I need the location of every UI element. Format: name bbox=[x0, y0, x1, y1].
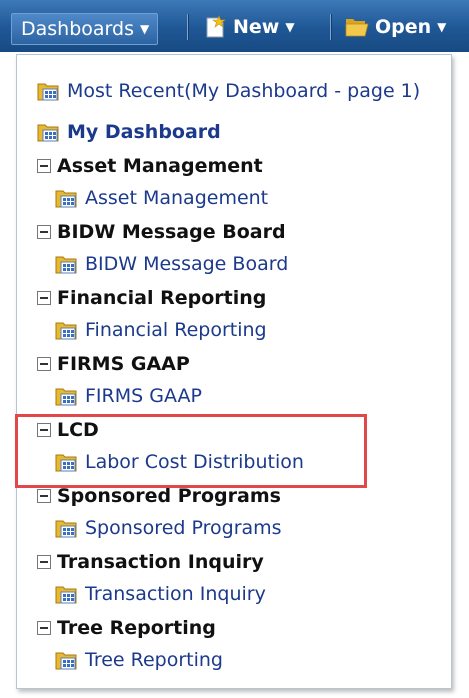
dashboard-icon bbox=[55, 385, 77, 407]
dashboard-icon bbox=[55, 253, 77, 275]
new-menu-button[interactable]: New ▼ bbox=[203, 10, 295, 44]
chevron-down-icon: ▼ bbox=[437, 20, 447, 34]
folder-open-icon bbox=[345, 19, 369, 37]
menu-item-label: Tree Reporting bbox=[85, 649, 223, 671]
menu-item-label: Financial Reporting bbox=[85, 319, 267, 341]
group-header-bidw-message-board[interactable]: BIDW Message Board bbox=[37, 218, 286, 246]
chevron-down-icon: ▼ bbox=[139, 22, 150, 36]
dashboard-icon bbox=[37, 121, 59, 143]
group-header-tree-reporting[interactable]: Tree Reporting bbox=[37, 614, 216, 642]
menu-item-bidw-message-board[interactable]: BIDW Message Board bbox=[55, 250, 288, 278]
toolbar: Dashboards ▼ New ▼ Open ▼ bbox=[0, 0, 469, 52]
toolbar-separator bbox=[330, 14, 332, 40]
collapse-toggle-icon[interactable] bbox=[37, 489, 51, 503]
dashboard-icon bbox=[37, 80, 59, 102]
new-document-icon bbox=[206, 15, 226, 38]
dashboard-icon bbox=[55, 649, 77, 671]
dashboards-menu-button[interactable]: Dashboards ▼ bbox=[11, 13, 159, 45]
lcd-highlight-box bbox=[15, 414, 367, 488]
menu-item-label: Asset Management bbox=[85, 187, 269, 209]
open-label: Open bbox=[375, 16, 432, 38]
group-label: FIRMS GAAP bbox=[57, 353, 190, 375]
collapse-toggle-icon[interactable] bbox=[37, 555, 51, 569]
group-header-transaction-inquiry[interactable]: Transaction Inquiry bbox=[37, 548, 264, 576]
collapse-toggle-icon[interactable] bbox=[37, 159, 51, 173]
menu-item-tree-reporting[interactable]: Tree Reporting bbox=[55, 646, 223, 674]
menu-item-label: FIRMS GAAP bbox=[85, 385, 202, 407]
menu-item-label: My Dashboard bbox=[67, 121, 221, 143]
open-menu-button[interactable]: Open ▼ bbox=[345, 10, 446, 44]
group-header-asset-management[interactable]: Asset Management bbox=[37, 152, 263, 180]
dashboard-icon bbox=[55, 517, 77, 539]
menu-item-label: BIDW Message Board bbox=[85, 253, 289, 275]
group-header-firms-gaap[interactable]: FIRMS GAAP bbox=[37, 350, 190, 378]
menu-item-label: Transaction Inquiry bbox=[85, 583, 266, 605]
menu-item-my-dashboard[interactable]: My Dashboard bbox=[37, 118, 221, 146]
group-label: BIDW Message Board bbox=[57, 221, 286, 243]
group-label: Financial Reporting bbox=[57, 287, 267, 309]
collapse-toggle-icon[interactable] bbox=[37, 621, 51, 635]
collapse-toggle-icon[interactable] bbox=[37, 357, 51, 371]
menu-item-label: Most Recent(My Dashboard - page 1) bbox=[67, 80, 421, 102]
dashboard-icon bbox=[55, 583, 77, 605]
group-label: Sponsored Programs bbox=[57, 485, 281, 507]
dashboard-icon bbox=[55, 187, 77, 209]
dashboards-dropdown-menu: Most Recent(My Dashboard - page 1) My Da… bbox=[16, 54, 452, 689]
group-label: Asset Management bbox=[57, 155, 263, 177]
menu-item-label: Sponsored Programs bbox=[85, 517, 282, 539]
dashboard-icon bbox=[55, 319, 77, 341]
menu-item-asset-management[interactable]: Asset Management bbox=[55, 184, 268, 212]
toolbar-separator bbox=[187, 14, 189, 40]
group-header-financial-reporting[interactable]: Financial Reporting bbox=[37, 284, 266, 312]
menu-item-most-recent[interactable]: Most Recent(My Dashboard - page 1) bbox=[37, 77, 420, 105]
menu-item-financial-reporting[interactable]: Financial Reporting bbox=[55, 316, 267, 344]
collapse-toggle-icon[interactable] bbox=[37, 291, 51, 305]
collapse-toggle-icon[interactable] bbox=[37, 225, 51, 239]
dashboards-label: Dashboards bbox=[21, 18, 134, 40]
group-label: Transaction Inquiry bbox=[57, 551, 264, 573]
group-label: Tree Reporting bbox=[57, 617, 216, 639]
menu-item-sponsored-programs[interactable]: Sponsored Programs bbox=[55, 514, 282, 542]
chevron-down-icon: ▼ bbox=[285, 20, 295, 34]
menu-item-transaction-inquiry[interactable]: Transaction Inquiry bbox=[55, 580, 266, 608]
new-label: New bbox=[233, 16, 280, 38]
menu-item-firms-gaap[interactable]: FIRMS GAAP bbox=[55, 382, 202, 410]
